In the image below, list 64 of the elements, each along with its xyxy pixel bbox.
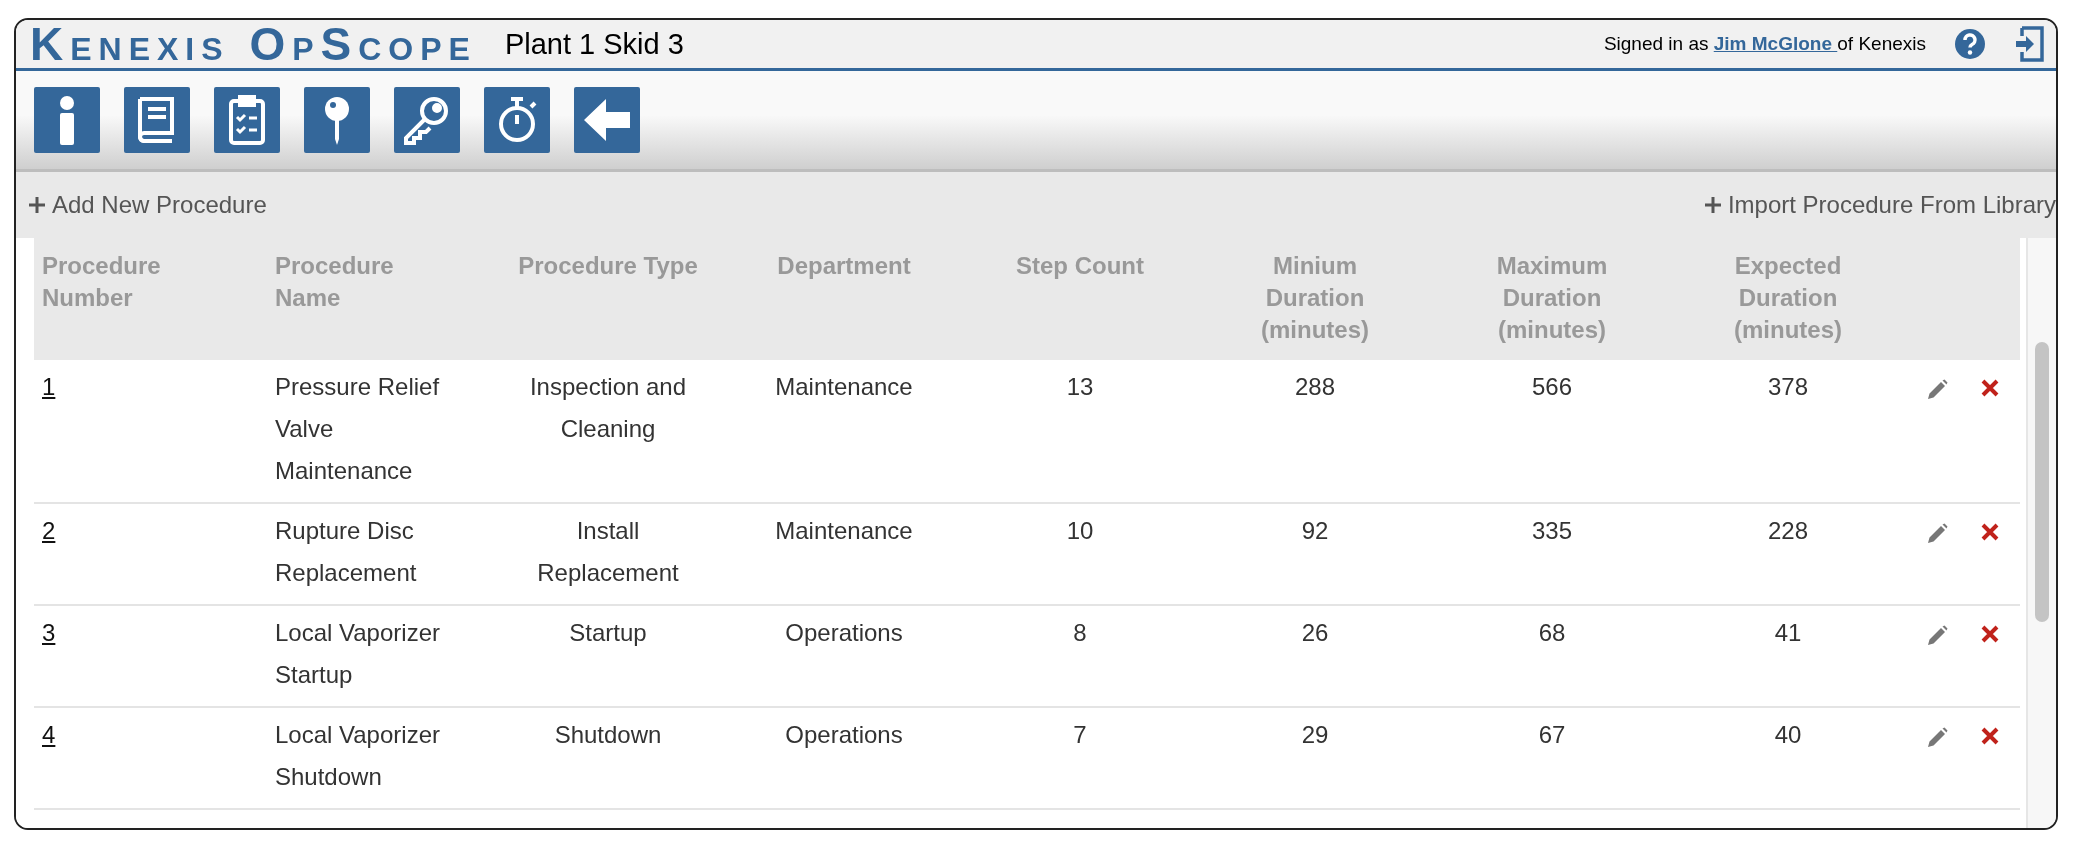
toolbar-button[interactable] [394, 87, 460, 153]
table-cell: 10 [971, 504, 1189, 606]
user-link[interactable]: Jim McGlone [1713, 33, 1838, 54]
info-icon [60, 95, 74, 145]
table-cell: 288 [1189, 360, 1441, 504]
procedure-number-link[interactable]: 2 [42, 517, 56, 544]
table-cell: Maintenance [717, 360, 971, 504]
delete-icon[interactable] [1980, 378, 2000, 398]
table-cell: Startup [499, 606, 717, 708]
table-cell: 335 [1441, 504, 1663, 606]
table-cell: Operations [717, 606, 971, 708]
delete-icon[interactable] [1980, 624, 2000, 644]
delete-icon[interactable] [1980, 522, 2000, 542]
plus-icon [28, 196, 46, 214]
column-header: Procedure Number [34, 238, 267, 360]
scrollbar[interactable] [2026, 238, 2056, 828]
procedure-number-link[interactable]: 1 [42, 373, 56, 400]
delete-icon[interactable] [1980, 726, 2000, 746]
column-header: Procedure Name [267, 238, 499, 360]
table-cell: Pressure Relief Valve Maintenance [267, 360, 499, 504]
table-cell: 566 [1441, 360, 1663, 504]
table-cell: 378 [1663, 360, 1913, 504]
location-title: Plant 1 Skid 3 [504, 27, 684, 61]
table-cell: Maintenance [717, 504, 971, 606]
help-icon[interactable] [1954, 28, 1986, 60]
table-cell: 41 [1663, 606, 1913, 708]
toolbar-button[interactable] [304, 87, 370, 153]
table-cell: 7 [971, 708, 1189, 810]
table-cell: 67 [1441, 708, 1663, 810]
signed-in-text: Signed in as Jim McGlone of Kenexis [1603, 33, 1926, 55]
import-procedure-button[interactable]: Import Procedure From Library [1703, 191, 2056, 219]
procedure-number-link[interactable]: 3 [42, 619, 56, 646]
table-cell: 228 [1663, 504, 1913, 606]
column-header: Department [717, 238, 971, 360]
toolbar-button[interactable] [124, 87, 190, 153]
column-header: Step Count [971, 238, 1189, 360]
table-cell: Shutdown [499, 708, 717, 810]
table-cell: Local Vaporizer Startup [267, 606, 499, 708]
column-header: Minium Duration (minutes) [1189, 238, 1441, 360]
table-cell: 26 [1189, 606, 1441, 708]
column-header: Expected Duration (minutes) [1663, 238, 1913, 360]
table-cell: 40 [1663, 708, 1913, 810]
table-cell: 29 [1189, 708, 1441, 810]
table-cell: Operations [717, 708, 971, 810]
toolbar-button[interactable] [214, 87, 280, 153]
plus-icon [1703, 196, 1722, 214]
table-cell: Local Vaporizer Shutdown [267, 708, 499, 810]
table-cell: 13 [971, 360, 1189, 504]
table-cell: Install Replacement [499, 504, 717, 606]
toolbar-button[interactable] [574, 87, 640, 153]
column-header: Procedure Type [499, 238, 717, 360]
sign-out-icon[interactable] [2014, 26, 2044, 62]
column-header: Maximum Duration (minutes) [1441, 238, 1663, 360]
add-procedure-button[interactable]: Add New Procedure [28, 191, 267, 219]
toolbar-button[interactable] [34, 87, 100, 153]
table-cell: Inspection and Cleaning [499, 360, 717, 504]
scrollbar-thumb[interactable] [2035, 342, 2049, 622]
table-cell: 8 [971, 606, 1189, 708]
table-cell: Rupture Disc Replacement [267, 504, 499, 606]
table-cell: 68 [1441, 606, 1663, 708]
toolbar-button[interactable] [484, 87, 550, 153]
procedure-number-link[interactable]: 4 [42, 721, 56, 748]
app-logo: Kenexis OpScope [30, 21, 477, 67]
table-cell: 92 [1189, 504, 1441, 606]
